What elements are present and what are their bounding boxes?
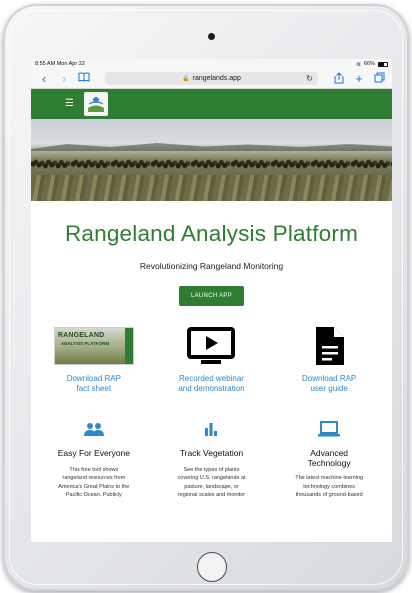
tagline: Revolutionizing Rangeland Monitoring	[139, 261, 284, 271]
lock-icon: 🔒	[182, 76, 190, 82]
launch-app-button[interactable]: LAUNCH APP	[178, 286, 244, 306]
user-guide-link[interactable]: Download RAP user guide	[302, 374, 356, 394]
bar-chart-icon	[205, 423, 218, 436]
status-time: 8:55 AM	[35, 61, 56, 67]
feature-title: Track Vegetation	[179, 448, 244, 458]
feature-easy: Easy For Everyone This free tool shows r…	[44, 418, 144, 499]
thumbnail-strip	[124, 328, 133, 364]
site-header: ☰	[31, 89, 392, 119]
resource-user-guide[interactable]: Download RAP user guide	[279, 326, 379, 394]
url-text: rangelands.app	[192, 75, 241, 82]
home-button[interactable]	[197, 552, 227, 582]
hero-image	[31, 119, 392, 201]
browser-toolbar: ‹ › 🔒 rangelands.app ↻ +	[31, 69, 392, 89]
laptop-icon	[318, 421, 341, 437]
resource-webinar[interactable]: Recorded webinar and demonstration	[161, 326, 261, 394]
rap-logo[interactable]	[83, 92, 108, 116]
feature-icon-wrap	[318, 418, 341, 440]
resource-visual	[187, 326, 236, 366]
thumbnail-subtitle: ANALYSIS PLATFORM	[60, 341, 110, 346]
feature-track: Track Vegetation See the types of plants…	[161, 418, 261, 499]
feature-title: Advanced Technology	[307, 448, 351, 469]
book-icon	[78, 72, 90, 82]
status-right: ≋ 66%	[356, 61, 388, 68]
reload-icon[interactable]: ↻	[306, 74, 313, 83]
launch-wrap: LAUNCH APP	[31, 284, 392, 306]
share-button[interactable]	[332, 71, 346, 86]
hero-cattle-herd	[31, 155, 392, 173]
video-player-icon[interactable]	[187, 327, 236, 365]
people-icon	[83, 423, 104, 436]
feature-icon-wrap	[83, 418, 104, 440]
bookmarks-icon[interactable]	[77, 72, 91, 85]
thumbnail-title: RANGELAND	[57, 332, 105, 339]
tabs-icon	[374, 72, 384, 83]
page-title: Rangeland Analysis Platform	[64, 221, 359, 246]
feature-technology: Advanced Technology The latest machine-l…	[279, 418, 379, 499]
features-section: Easy For Everyone This free tool shows r…	[31, 418, 392, 499]
hero-hills	[31, 143, 392, 151]
share-icon	[334, 71, 344, 83]
tabs-button[interactable]	[372, 72, 386, 85]
hamburger-menu-icon[interactable]: ☰	[65, 99, 74, 109]
logo-graphic	[87, 97, 104, 112]
document-icon[interactable]	[313, 326, 345, 366]
battery-percentage: 66%	[363, 61, 375, 67]
webinar-link[interactable]: Recorded webinar and demonstration	[178, 374, 244, 394]
forward-button[interactable]: ›	[57, 72, 71, 85]
screen: 8:55 AM Mon Apr 22 ≋ 66% ‹ › 🔒 rangeland…	[31, 59, 392, 542]
feature-title: Easy For Everyone	[57, 448, 130, 458]
back-button[interactable]: ‹	[37, 72, 51, 85]
wifi-icon: ≋	[355, 61, 361, 68]
fact-sheet-thumbnail[interactable]: RANGELAND ANALYSIS PLATFORM	[53, 327, 134, 365]
battery-icon	[378, 61, 388, 67]
feature-icon-wrap	[204, 418, 218, 440]
feature-description: The latest machine-learning technology c…	[295, 475, 364, 498]
resource-visual	[313, 326, 345, 366]
feature-description: This free tool shows rangeland resources…	[58, 467, 130, 498]
status-bar: 8:55 AM Mon Apr 22 ≋ 66%	[31, 59, 392, 69]
address-bar[interactable]: 🔒 rangelands.app ↻	[105, 72, 318, 85]
front-camera	[208, 33, 215, 40]
resource-visual: RANGELAND ANALYSIS PLATFORM	[53, 326, 134, 366]
status-left: 8:55 AM Mon Apr 22	[35, 61, 85, 67]
hero-sagebrush	[31, 175, 392, 201]
status-date: Mon Apr 22	[56, 61, 85, 67]
resources-section: RANGELAND ANALYSIS PLATFORM Download RAP…	[31, 326, 392, 394]
fact-sheet-link[interactable]: Download RAP fact sheet	[67, 374, 121, 394]
new-tab-button[interactable]: +	[352, 72, 366, 85]
feature-description: See the types of plants covering U.S. ra…	[177, 467, 246, 498]
resource-fact-sheet[interactable]: RANGELAND ANALYSIS PLATFORM Download RAP…	[44, 326, 144, 394]
